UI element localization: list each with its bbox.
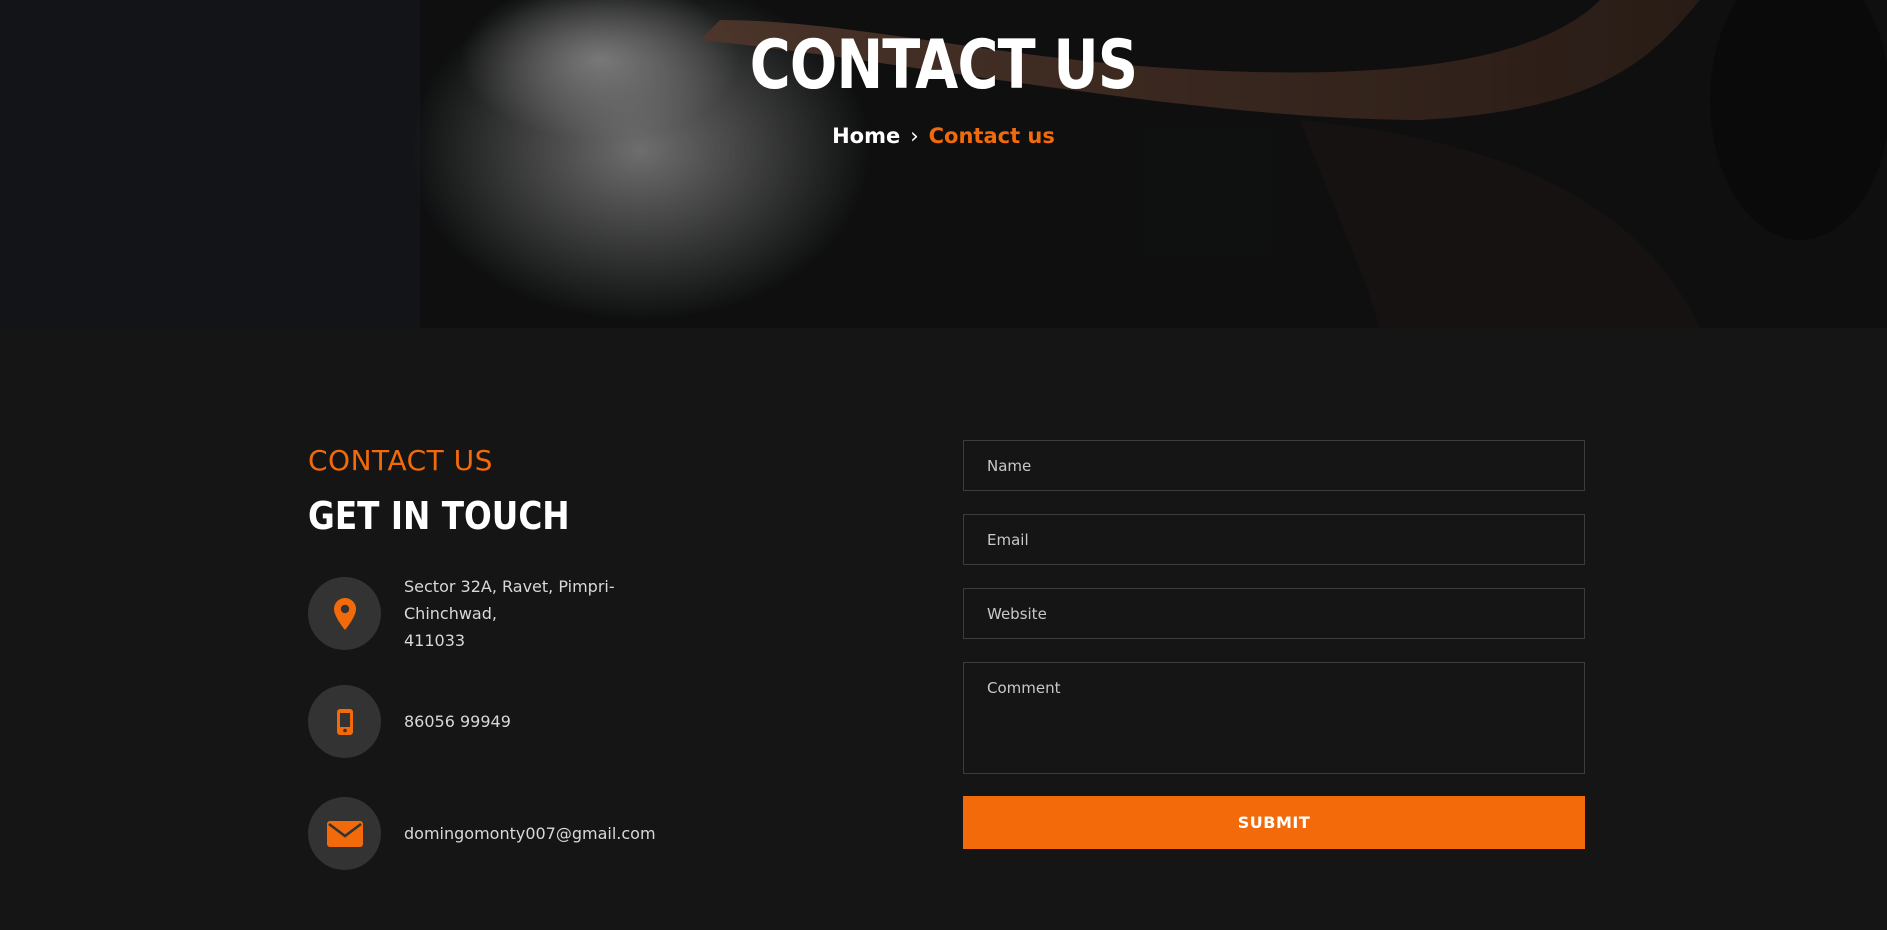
address-icon-circle (308, 577, 381, 650)
section-heading: GET IN TOUCH (308, 494, 570, 538)
email-icon-circle (308, 797, 381, 870)
mobile-phone-icon (336, 708, 353, 735)
map-pin-icon (333, 597, 356, 630)
address-line-1: Sector 32A, Ravet, Pimpri-Chinchwad, (404, 577, 615, 623)
envelope-icon (326, 820, 363, 847)
contact-address: Sector 32A, Ravet, Pimpri-Chinchwad, 411… (308, 573, 704, 654)
page-title: CONTACT US (749, 26, 1138, 105)
breadcrumb: Home › Contact us (0, 124, 1887, 148)
submit-button[interactable]: SUBMIT (963, 796, 1585, 849)
name-input[interactable] (963, 440, 1585, 491)
contact-email: domingomonty007@gmail.com (308, 797, 704, 870)
breadcrumb-home-link[interactable]: Home (832, 124, 900, 148)
breadcrumb-separator-icon: › (910, 124, 919, 148)
breadcrumb-current: Contact us (928, 124, 1055, 148)
contact-phone: 86056 99949 (308, 685, 704, 758)
comment-textarea[interactable] (963, 662, 1585, 774)
hero-banner: CONTACT US Home › Contact us (0, 0, 1887, 328)
phone-icon-circle (308, 685, 381, 758)
website-input[interactable] (963, 588, 1585, 639)
email-text: domingomonty007@gmail.com (404, 824, 656, 843)
email-input[interactable] (963, 514, 1585, 565)
section-kicker: CONTACT US (308, 444, 493, 477)
address-text: Sector 32A, Ravet, Pimpri-Chinchwad, 411… (404, 573, 704, 654)
phone-text: 86056 99949 (404, 712, 511, 731)
address-line-2: 411033 (404, 631, 466, 650)
